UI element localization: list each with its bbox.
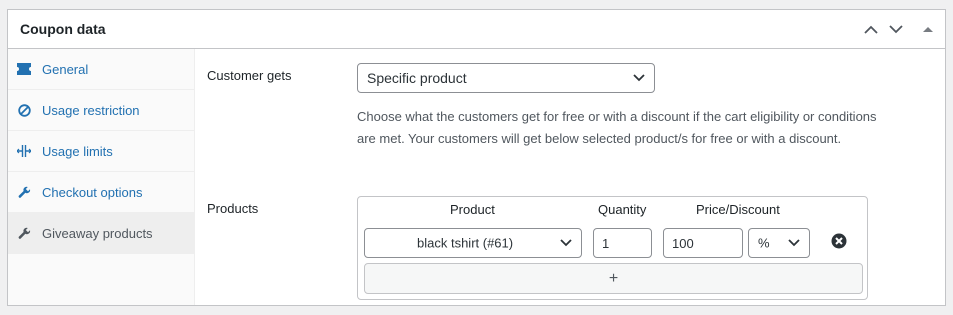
no-entry-icon	[17, 103, 31, 117]
column-header-price-discount: Price/Discount	[696, 202, 780, 217]
tab-usage-restriction[interactable]: Usage restriction	[8, 90, 194, 131]
coupon-tabs: General Usage restriction Usage limits C…	[8, 49, 195, 305]
products-table: Product Quantity Price/Discount black ts…	[357, 196, 868, 300]
discount-type-value: %	[758, 235, 770, 251]
panel-header: Coupon data	[8, 10, 945, 49]
chevron-up-icon[interactable]	[862, 20, 880, 38]
add-product-button[interactable]: +	[364, 263, 863, 294]
customer-gets-value: Specific product	[367, 70, 467, 86]
customer-gets-select[interactable]: Specific product	[357, 63, 655, 93]
remove-circle-icon	[831, 233, 847, 249]
product-select[interactable]: black tshirt (#61)	[364, 228, 582, 258]
column-header-product: Product	[450, 202, 495, 217]
coupon-data-panel: Coupon data General Usage restriction Us…	[7, 9, 946, 306]
customer-gets-description: Choose what the customers get for free o…	[357, 109, 877, 146]
tab-usage-restriction-label: Usage restriction	[42, 103, 140, 118]
tab-giveaway-products-label: Giveaway products	[42, 226, 153, 241]
giveaway-products-panel: Customer gets Specific product Choose wh…	[196, 49, 945, 305]
products-label: Products	[207, 201, 259, 216]
discount-type-select[interactable]: %	[748, 228, 810, 258]
tab-usage-limits-label: Usage limits	[42, 144, 113, 159]
collapse-triangle-icon[interactable]	[919, 20, 937, 38]
wrench-icon	[17, 185, 31, 199]
panel-title: Coupon data	[20, 21, 106, 37]
tab-usage-limits[interactable]: Usage limits	[8, 131, 194, 172]
column-header-quantity: Quantity	[598, 202, 647, 217]
tab-giveaway-products[interactable]: Giveaway products	[8, 213, 194, 254]
tab-checkout-options-label: Checkout options	[42, 185, 143, 200]
tab-general[interactable]: General	[8, 49, 194, 90]
remove-row-button[interactable]	[831, 233, 849, 251]
ticket-icon	[17, 62, 31, 76]
tab-general-label: General	[42, 62, 89, 77]
customer-gets-label: Customer gets	[207, 68, 292, 83]
chevron-down-icon[interactable]	[887, 20, 905, 38]
price-input[interactable]	[663, 228, 743, 258]
chevron-down-icon	[788, 239, 800, 247]
chevron-down-icon	[633, 74, 645, 82]
product-select-value: black tshirt (#61)	[417, 235, 514, 251]
chevron-down-icon	[560, 239, 572, 247]
quantity-input[interactable]	[593, 228, 652, 258]
limits-icon	[17, 144, 31, 158]
tab-checkout-options[interactable]: Checkout options	[8, 172, 194, 213]
wrench-icon	[17, 226, 31, 240]
